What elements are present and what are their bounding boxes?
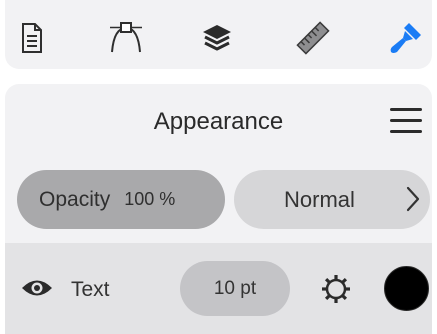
layers-tool-button[interactable] xyxy=(199,20,235,56)
appearance-panel: Appearance Opacity 100 % Normal Text 10 … xyxy=(5,84,432,334)
menu-button[interactable] xyxy=(390,108,422,134)
hamburger-icon xyxy=(390,108,422,111)
blend-mode-button[interactable]: Normal xyxy=(234,170,430,229)
size-field[interactable]: 10 pt xyxy=(180,261,290,316)
opacity-label: Opacity xyxy=(39,187,111,211)
gear-icon[interactable] xyxy=(319,272,353,306)
layers-icon xyxy=(203,25,231,51)
panel-title: Appearance xyxy=(153,108,284,135)
document-icon xyxy=(22,23,42,53)
ruler-tool-button[interactable] xyxy=(295,20,331,56)
ruler-icon xyxy=(296,21,330,55)
hamburger-icon-line xyxy=(390,130,422,133)
document-tool-button[interactable] xyxy=(14,20,50,56)
blend-mode-label: Normal xyxy=(284,186,355,212)
color-swatch[interactable] xyxy=(384,266,429,311)
opacity-control[interactable]: Opacity 100 % xyxy=(17,170,225,229)
layer-label: Text xyxy=(71,278,110,301)
paintbrush-icon xyxy=(390,23,421,53)
bezier-pen-icon xyxy=(110,22,142,53)
eye-icon[interactable] xyxy=(20,277,54,299)
chevron-right-icon xyxy=(406,186,420,212)
opacity-value: 100 % xyxy=(124,189,176,209)
brush-tool-button[interactable] xyxy=(388,20,424,56)
text-layer-row[interactable]: Text 10 pt xyxy=(5,243,432,334)
bezier-tool-button[interactable] xyxy=(108,20,144,56)
toolbar xyxy=(5,0,432,69)
hamburger-icon-line xyxy=(390,119,422,122)
